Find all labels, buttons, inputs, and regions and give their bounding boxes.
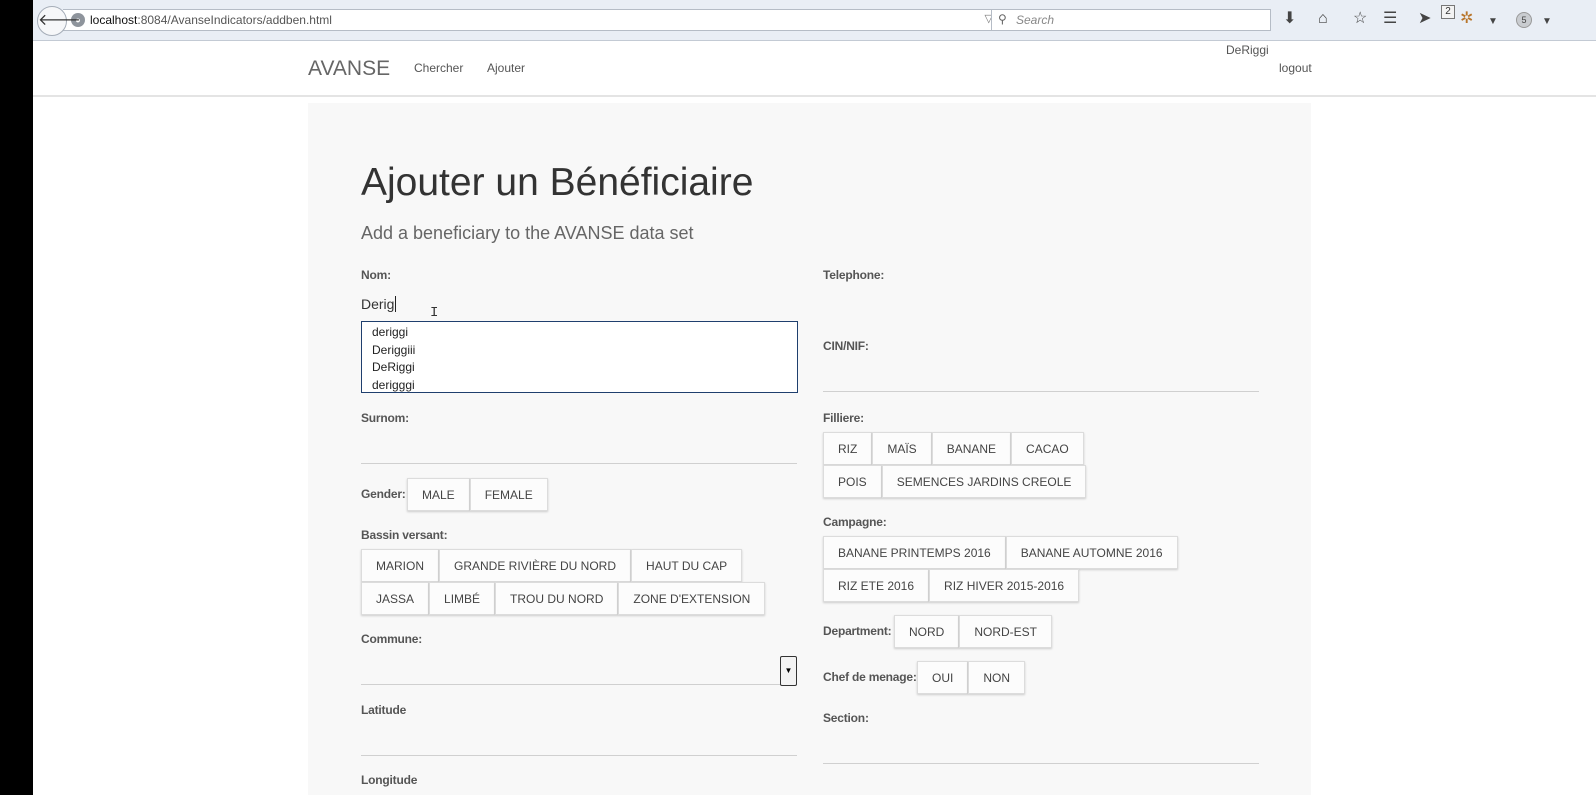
gender-label: Gender: <box>361 487 406 501</box>
bassin-option[interactable]: LIMBÉ <box>429 582 496 615</box>
user-name[interactable]: DeRiggi <box>1226 43 1269 57</box>
gender-male-button[interactable]: MALE <box>407 478 470 511</box>
text-cursor-icon: I <box>430 305 439 321</box>
menu-chevron-icon[interactable]: ▼ <box>1542 13 1552 31</box>
text-caret <box>395 296 396 312</box>
reading-list-icon[interactable]: ☰ <box>1383 10 1397 28</box>
chef-label: Chef de menage: <box>823 670 917 684</box>
bassin-option[interactable]: HAUT DU CAP <box>631 549 743 582</box>
filliere-option[interactable]: CACAO <box>1011 432 1084 465</box>
nom-label: Nom: <box>361 268 391 282</box>
search-icon: ⚲ <box>998 12 1007 26</box>
select-arrow-icon[interactable]: ▼ <box>780 656 797 686</box>
longitude-label: Longitude <box>361 773 418 787</box>
campagne-option[interactable]: RIZ ETE 2016 <box>823 569 930 602</box>
cin-input[interactable] <box>823 391 1259 392</box>
browser-window: ● localhost:8084/AvanseIndicators/addben… <box>33 0 1596 795</box>
autocomplete-item[interactable]: DeRiggi <box>372 359 787 377</box>
campagne-buttons: BANANE PRINTEMPS 2016 BANANE AUTOMNE 201… <box>823 536 1263 602</box>
bassin-label: Bassin versant: <box>361 528 448 542</box>
nav-chercher[interactable]: Chercher <box>414 61 463 75</box>
commune-select[interactable] <box>361 684 797 685</box>
bassin-buttons: MARION GRANDE RIVIÈRE DU NORD HAUT DU CA… <box>361 549 781 615</box>
department-option[interactable]: NORD-EST <box>959 615 1053 648</box>
filliere-option[interactable]: POIS <box>823 465 882 498</box>
cin-label: CIN/NIF: <box>823 339 869 353</box>
surnom-input[interactable] <box>361 463 797 464</box>
campagne-option[interactable]: BANANE PRINTEMPS 2016 <box>823 536 1006 569</box>
department-label: Department: <box>823 624 892 638</box>
chevron-down-icon[interactable]: ▼ <box>1488 13 1498 31</box>
browser-toolbar: ● localhost:8084/AvanseIndicators/addben… <box>33 0 1596 41</box>
bookmark-star-icon[interactable]: ☆ <box>1353 10 1367 28</box>
notification-badge[interactable]: 2 <box>1441 5 1455 19</box>
chef-oui-button[interactable]: OUI <box>917 661 969 694</box>
search-placeholder: Search <box>1016 13 1055 27</box>
bassin-option[interactable]: GRANDE RIVIÈRE DU NORD <box>439 549 632 582</box>
logout-link[interactable]: logout <box>1279 61 1312 75</box>
filliere-label: Filliere: <box>823 411 864 425</box>
autocomplete-item[interactable]: derigggi <box>372 377 787 395</box>
download-icon[interactable]: ⬇ <box>1283 10 1296 28</box>
autocomplete-item[interactable]: deriggi <box>372 324 787 342</box>
form-panel: Ajouter un Bénéficiaire Add a beneficiar… <box>308 103 1311 795</box>
section-label: Section: <box>823 711 869 725</box>
app-navbar: AVANSE Chercher Ajouter DeRiggi logout <box>33 41 1596 97</box>
page-subtitle: Add a beneficiary to the AVANSE data set <box>361 223 694 243</box>
filliere-option[interactable]: SEMENCES JARDINS CREOLE <box>881 465 1087 498</box>
chef-non-button[interactable]: NON <box>968 661 1026 694</box>
bassin-option[interactable]: ZONE D'EXTENSION <box>618 582 766 615</box>
nav-ajouter[interactable]: Ajouter <box>487 61 525 75</box>
home-icon[interactable]: ⌂ <box>1318 10 1328 28</box>
campagne-label: Campagne: <box>823 515 887 529</box>
telephone-label: Telephone: <box>823 268 885 282</box>
campagne-option[interactable]: RIZ HIVER 2015-2016 <box>929 569 1080 602</box>
filliere-option[interactable]: MAÏS <box>872 432 932 465</box>
surnom-label: Surnom: <box>361 411 409 425</box>
commune-label: Commune: <box>361 632 423 646</box>
brand-logo[interactable]: AVANSE <box>308 57 390 81</box>
bassin-option[interactable]: MARION <box>361 549 439 582</box>
department-option[interactable]: NORD <box>894 615 960 648</box>
url-text[interactable]: localhost:8084/AvanseIndicators/addben.h… <box>90 13 332 27</box>
latitude-label: Latitude <box>361 703 407 717</box>
gender-buttons: MALE FEMALE <box>407 478 548 511</box>
latitude-input[interactable] <box>361 755 797 756</box>
bassin-option[interactable]: JASSA <box>361 582 430 615</box>
autocomplete-list[interactable]: deriggi Deriggiii DeRiggi derigggi <box>361 321 798 393</box>
page-title: Ajouter un Bénéficiaire <box>361 161 754 204</box>
campagne-option[interactable]: BANANE AUTOMNE 2016 <box>1005 536 1178 569</box>
url-bar[interactable]: ● localhost:8084/AvanseIndicators/addben… <box>63 9 1018 31</box>
filliere-option[interactable]: RIZ <box>823 432 873 465</box>
search-bar[interactable]: ⚲ Search <box>991 9 1271 31</box>
filliere-option[interactable]: BANANE <box>931 432 1012 465</box>
sync-icon[interactable]: 5 <box>1516 12 1532 28</box>
gender-female-button[interactable]: FEMALE <box>469 478 548 511</box>
autocomplete-item[interactable]: Deriggiii <box>372 342 787 360</box>
chef-buttons: OUI NON <box>917 661 1026 694</box>
section-input[interactable] <box>823 763 1259 764</box>
bassin-option[interactable]: TROU DU NORD <box>495 582 619 615</box>
send-icon[interactable]: ➤ <box>1418 10 1431 28</box>
filliere-buttons: RIZ MAÏS BANANE CACAO POIS SEMENCES JARD… <box>823 432 1133 498</box>
department-buttons: NORD NORD-EST <box>894 615 1053 648</box>
addon-icon[interactable]: ✲ <box>1460 10 1473 28</box>
back-button[interactable]: 🡐 <box>37 6 81 36</box>
